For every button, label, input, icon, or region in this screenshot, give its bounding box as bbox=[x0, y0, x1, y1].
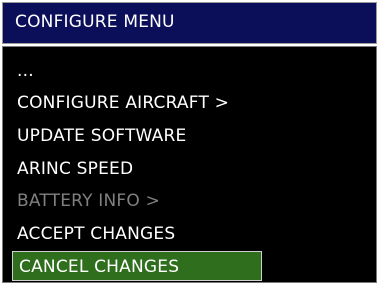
menu-item-battery-info: BATTERY INFO > bbox=[17, 191, 161, 211]
menu-item-arinc-speed[interactable]: ARINC SPEED bbox=[17, 159, 133, 179]
menu-item-configure-aircraft[interactable]: CONFIGURE AIRCRAFT > bbox=[17, 93, 229, 113]
menu-item-ellipsis[interactable]: ... bbox=[17, 61, 34, 81]
title-bar: CONFIGURE MENU bbox=[2, 2, 377, 44]
menu-item-cancel-changes[interactable]: CANCEL CHANGES bbox=[12, 251, 262, 281]
menu-panel: ... CONFIGURE AIRCRAFT > UPDATE SOFTWARE… bbox=[2, 46, 377, 283]
configure-menu-screen: CONFIGURE MENU ... CONFIGURE AIRCRAFT > … bbox=[0, 0, 381, 285]
menu-item-update-software[interactable]: UPDATE SOFTWARE bbox=[17, 126, 186, 146]
page-title: CONFIGURE MENU bbox=[15, 12, 175, 32]
menu-item-accept-changes[interactable]: ACCEPT CHANGES bbox=[17, 224, 175, 244]
